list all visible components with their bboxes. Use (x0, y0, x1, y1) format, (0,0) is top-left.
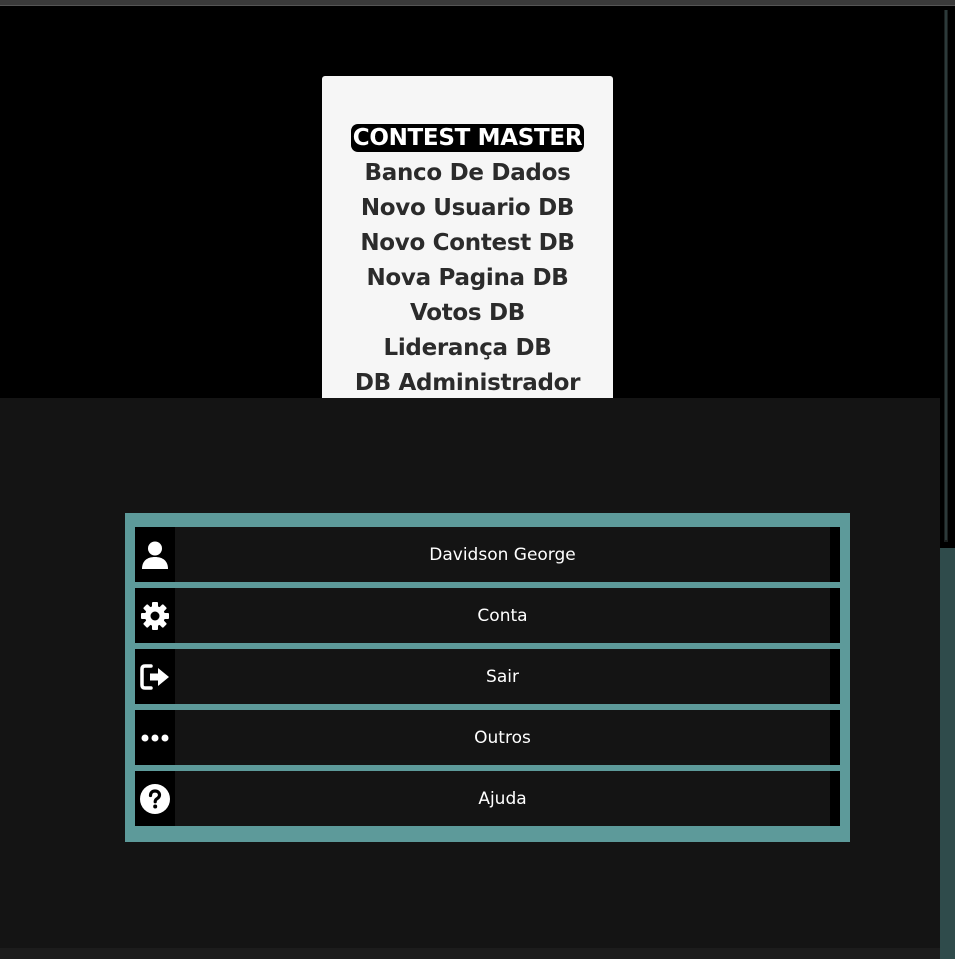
profile-menu: Davidson George Conta Sair Outros Ajuda (125, 513, 850, 842)
profile-menu-item-ajuda[interactable]: Ajuda (135, 771, 840, 826)
side-panel-edge (940, 548, 955, 959)
bottom-strip (0, 948, 940, 959)
gear-icon (135, 588, 175, 643)
menu-item-label: Banco De Dados (364, 160, 571, 186)
menu-item-contest-master[interactable]: CONTEST MASTER (322, 121, 613, 156)
row-endcap (830, 771, 840, 826)
profile-menu-item-user[interactable]: Davidson George (135, 527, 840, 582)
admin-menu: CONTEST MASTER Banco De Dados Novo Usuar… (322, 76, 613, 406)
profile-menu-label: Conta (477, 605, 528, 626)
window-top-border (0, 0, 955, 6)
profile-menu-label: Davidson George (429, 544, 576, 565)
profile-menu-item-sair[interactable]: Sair (135, 649, 840, 704)
menu-item-label: DB Administrador (354, 370, 581, 396)
profile-menu-label: Ajuda (478, 788, 527, 809)
profile-menu-item-outros[interactable]: Outros (135, 710, 840, 765)
logout-icon (135, 649, 175, 704)
menu-item-novo-contest-db[interactable]: Novo Contest DB (322, 226, 613, 261)
profile-menu-item-conta[interactable]: Conta (135, 588, 840, 643)
menu-item-label: Novo Contest DB (360, 230, 575, 256)
menu-item-label: Nova Pagina DB (366, 265, 569, 291)
row-endcap (830, 649, 840, 704)
profile-menu-label: Outros (474, 727, 531, 748)
row-endcap (830, 527, 840, 582)
menu-item-lideranca-db[interactable]: Liderança DB (322, 331, 613, 366)
menu-item-label: Novo Usuario DB (360, 195, 575, 221)
menu-item-label: CONTEST MASTER (350, 124, 585, 152)
menu-item-banco-de-dados[interactable]: Banco De Dados (322, 156, 613, 191)
menu-item-label: Liderança DB (383, 335, 552, 361)
profile-menu-label: Sair (486, 666, 519, 687)
scrollbar-thumb[interactable] (945, 10, 947, 540)
user-icon (135, 527, 175, 582)
menu-item-db-administrador[interactable]: DB Administrador (322, 366, 613, 401)
help-icon (135, 771, 175, 826)
menu-item-votos-db[interactable]: Votos DB (322, 296, 613, 331)
row-endcap (830, 588, 840, 643)
app-viewport: CONTEST MASTER Banco De Dados Novo Usuar… (0, 0, 955, 959)
menu-item-label: Votos DB (409, 300, 526, 326)
menu-item-nova-pagina-db[interactable]: Nova Pagina DB (322, 261, 613, 296)
row-endcap (830, 710, 840, 765)
ellipsis-icon (135, 710, 175, 765)
menu-item-novo-usuario-db[interactable]: Novo Usuario DB (322, 191, 613, 226)
